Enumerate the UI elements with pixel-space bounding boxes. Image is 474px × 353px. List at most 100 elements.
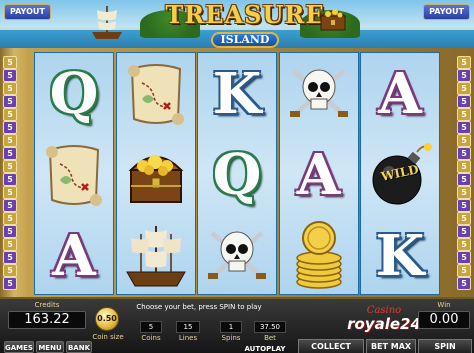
bet-value: 37.50: [254, 321, 286, 333]
letter-symbol-k: K: [212, 60, 262, 127]
reel-cell: K: [198, 53, 276, 134]
letter-symbol-k: K: [375, 222, 425, 289]
ship-symbol-icon: [125, 225, 186, 286]
reel-cell: [117, 134, 195, 215]
payout-button-left[interactable]: PAYOUT: [4, 4, 51, 20]
map-symbol-icon: [46, 144, 102, 206]
payline-indicator-right: 5: [457, 186, 471, 199]
payline-indicator-right: 5: [457, 56, 471, 69]
payline-indicator-left: 5: [3, 212, 17, 225]
payline-indicator-right: 5: [457, 264, 471, 277]
reel-area: Q A KQ A A WILD K: [34, 52, 440, 295]
payline-indicator-right: 5: [457, 277, 471, 290]
casino-brand-logo: Casino royale24: [342, 305, 426, 337]
payline-indicator-left: 5: [3, 56, 17, 69]
autoplay-button[interactable]: AUTOPLAY: [240, 343, 290, 353]
reel-cell: K: [361, 215, 439, 296]
payline-indicator-left: 5: [3, 199, 17, 212]
game-header: PAYOUT PAYOUT TREASURE ISLAND: [0, 0, 474, 48]
reel-3: KQ: [197, 52, 277, 295]
chest-symbol-icon: [128, 154, 183, 203]
reel-1: Q A: [34, 52, 114, 295]
payline-indicator-left: 5: [3, 82, 17, 95]
payout-button-right[interactable]: PAYOUT: [423, 4, 470, 20]
skull-symbol-icon: [208, 230, 266, 279]
coins-label: Coins: [141, 334, 161, 342]
coin-size-label: Coin size: [92, 333, 124, 341]
coins-symbol-icon: [295, 220, 342, 289]
payline-indicator-left: 5: [3, 108, 17, 121]
reel-cell: [280, 53, 358, 134]
pirate-ship-icon: [92, 6, 122, 39]
coin-size-button[interactable]: 0.50: [95, 307, 119, 331]
payline-indicator-right: 5: [457, 225, 471, 238]
reel-cell: [280, 215, 358, 296]
payline-indicator-right: 5: [457, 238, 471, 251]
credits-label: Credits: [34, 301, 60, 309]
map-symbol-icon: [127, 63, 184, 125]
payline-indicator-right: 5: [457, 134, 471, 147]
lines-label: Lines: [178, 334, 198, 342]
reel-cell: [198, 215, 276, 296]
payline-indicator-right: 5: [457, 173, 471, 186]
payline-indicator-right: 5: [457, 121, 471, 134]
collect-button[interactable]: COLLECT: [298, 339, 364, 353]
logo-title: TREASURE: [165, 0, 325, 29]
letter-symbol-q: Q: [212, 141, 262, 208]
payline-indicator-left: 5: [3, 134, 17, 147]
credits-value: 163.22: [8, 311, 86, 329]
bet-label: Bet: [264, 334, 276, 342]
control-panel: Credits 163.22 0.50 Coin size Choose you…: [0, 297, 474, 353]
menu-button[interactable]: MENU: [36, 341, 64, 353]
reel-4: A: [278, 52, 359, 296]
logo-subtitle: ISLAND: [210, 32, 280, 48]
bank-button[interactable]: BANK: [66, 341, 92, 353]
letter-symbol-a: A: [296, 141, 341, 208]
win-label: Win: [437, 301, 451, 309]
reel-2: [115, 52, 196, 296]
reel-cell: Q: [35, 53, 113, 134]
brand-main: royale24: [347, 315, 421, 333]
payline-indicator-right: 5: [457, 108, 471, 121]
payline-indicator-right: 5: [457, 199, 471, 212]
payline-indicator-left: 5: [3, 95, 17, 108]
payline-indicator-right: 5: [457, 160, 471, 173]
reel-cell: Q: [198, 134, 276, 215]
games-button[interactable]: GAMES: [4, 341, 34, 353]
spins-value[interactable]: 1: [220, 321, 242, 333]
win-value: 0.00: [418, 311, 470, 329]
payline-indicators-left: 555555555555555555: [2, 56, 18, 292]
payline-indicator-right: 5: [457, 212, 471, 225]
reel-cell: A: [35, 215, 113, 296]
payline-indicator-left: 5: [3, 173, 17, 186]
payline-indicator-left: 5: [3, 238, 17, 251]
reel-cell: A: [361, 53, 439, 134]
letter-symbol-a: A: [378, 60, 422, 127]
payline-indicators-right: 555555555555555555: [456, 56, 472, 292]
spin-button[interactable]: SPIN: [418, 339, 472, 353]
reel-cell: [35, 134, 113, 215]
payline-indicator-right: 5: [457, 251, 471, 264]
payline-indicator-right: 5: [457, 82, 471, 95]
payline-indicator-left: 5: [3, 69, 17, 82]
reel-cell: [117, 215, 195, 296]
payline-indicator-left: 5: [3, 277, 17, 290]
bet-max-button[interactable]: BET MAX: [366, 339, 416, 353]
reel-cell: [117, 53, 195, 134]
lines-value[interactable]: 15: [176, 321, 200, 333]
payline-indicator-left: 5: [3, 147, 17, 160]
letter-symbol-q: Q: [49, 60, 99, 127]
payline-indicator-left: 5: [3, 264, 17, 277]
bet-prompt: Choose your bet, press SPIN to play: [136, 303, 262, 311]
payline-indicator-left: 5: [3, 121, 17, 134]
treasure-chest-icon: [319, 9, 347, 31]
payline-indicator-left: 5: [3, 225, 17, 238]
payline-indicator-right: 5: [457, 147, 471, 160]
reel-5: A WILD K: [360, 52, 440, 295]
coins-value[interactable]: 5: [140, 321, 162, 333]
skull-symbol-icon: [289, 68, 348, 117]
payline-indicator-left: 5: [3, 186, 17, 199]
reel-cell: A: [280, 134, 358, 215]
letter-symbol-a: A: [52, 222, 96, 289]
reel-cell: WILD: [361, 134, 439, 215]
